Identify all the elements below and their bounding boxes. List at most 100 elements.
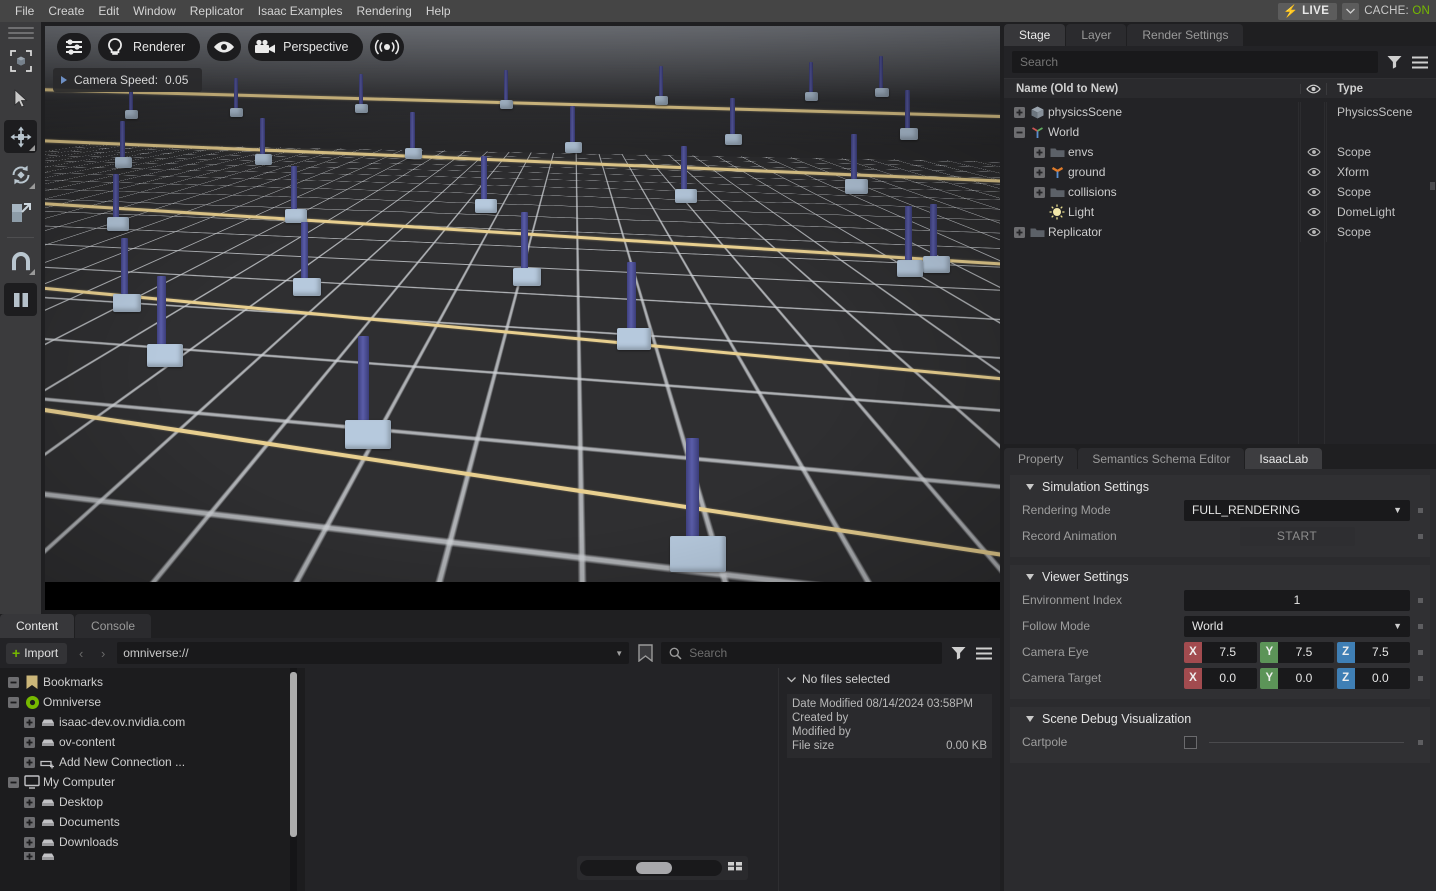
expand-icon[interactable] xyxy=(22,832,37,852)
viewport-3d[interactable]: Renderer Perspectiv xyxy=(45,26,1000,610)
content-tree-scrollbar-thumb[interactable] xyxy=(290,672,297,837)
thumbnail-size-slider[interactable] xyxy=(580,860,722,876)
visibility-toggle[interactable] xyxy=(1300,142,1326,162)
visibility-toggle[interactable] xyxy=(1300,122,1326,142)
follow-mode-dropdown[interactable]: World ▼ xyxy=(1184,616,1410,637)
stage-tree[interactable]: physicsScene PhysicsScene World xyxy=(1004,102,1436,444)
visibility-menu-button[interactable] xyxy=(207,33,241,61)
nav-forward-button[interactable]: › xyxy=(95,646,111,661)
select-arrow-tool[interactable] xyxy=(4,82,37,115)
menu-file[interactable]: File xyxy=(8,0,41,22)
select-box-tool[interactable] xyxy=(4,44,37,77)
live-dropdown-button[interactable] xyxy=(1342,3,1359,20)
viewer-settings-header[interactable]: Viewer Settings xyxy=(1010,565,1430,589)
visibility-toggle[interactable] xyxy=(1300,102,1326,122)
expand-icon[interactable] xyxy=(22,812,37,832)
follow-mode-reset[interactable] xyxy=(1410,624,1430,629)
stage-menu-button[interactable] xyxy=(1410,56,1430,69)
camera-eye-y[interactable]: Y 7.5 xyxy=(1260,642,1333,663)
viewport-settings-button[interactable] xyxy=(57,33,91,61)
tree-item-my-computer[interactable]: My Computer xyxy=(0,772,305,792)
tree-item-omniverse[interactable]: Omniverse xyxy=(0,692,305,712)
simulation-settings-header[interactable]: Simulation Settings xyxy=(1010,475,1430,499)
camera-eye-z[interactable]: Z 7.5 xyxy=(1337,642,1410,663)
stage-row-physicsscene[interactable]: physicsScene PhysicsScene xyxy=(1004,102,1436,122)
environment-index-input[interactable]: 1 xyxy=(1184,590,1410,611)
bookmark-button[interactable] xyxy=(635,644,655,662)
content-filter-button[interactable] xyxy=(948,646,968,660)
tree-item-desktop[interactable]: Desktop xyxy=(0,792,305,812)
rendering-mode-reset[interactable] xyxy=(1410,508,1430,513)
stage-filter-button[interactable] xyxy=(1384,55,1404,69)
content-menu-button[interactable] xyxy=(974,647,994,660)
scale-tool[interactable] xyxy=(4,196,37,229)
renderer-menu-button[interactable]: Renderer xyxy=(98,33,200,61)
stage-row-collisions[interactable]: collisions Scope xyxy=(1004,182,1436,202)
path-input[interactable]: omniverse:// ▼ xyxy=(117,642,629,664)
expand-icon[interactable] xyxy=(22,852,37,860)
tree-item-add-new-connection[interactable]: Add New Connection ... xyxy=(0,752,305,772)
expand-icon[interactable] xyxy=(22,752,37,772)
menu-rendering[interactable]: Rendering xyxy=(349,0,418,22)
menu-isaac-examples[interactable]: Isaac Examples xyxy=(251,0,350,22)
camera-target-x[interactable]: X 0.0 xyxy=(1184,668,1257,689)
move-tool[interactable] xyxy=(4,120,37,153)
file-details-header[interactable]: No files selected xyxy=(779,668,1000,690)
rendering-mode-dropdown[interactable]: FULL_RENDERING ▼ xyxy=(1184,500,1410,521)
record-animation-reset[interactable] xyxy=(1410,534,1430,539)
tab-content[interactable]: Content xyxy=(0,614,74,638)
collapse-icon[interactable] xyxy=(6,772,21,792)
camera-target-y[interactable]: Y 0.0 xyxy=(1260,668,1333,689)
column-header-name[interactable]: Name (Old to New) xyxy=(1004,83,1300,95)
camera-speed-widget[interactable]: Camera Speed: 0.05 xyxy=(53,68,202,92)
menu-edit[interactable]: Edit xyxy=(91,0,126,22)
sensor-menu-button[interactable] xyxy=(370,33,404,61)
rotate-tool[interactable] xyxy=(4,158,37,191)
environment-index-reset[interactable] xyxy=(1410,598,1430,603)
collapse-icon[interactable] xyxy=(1012,127,1026,138)
expand-icon[interactable] xyxy=(1032,147,1046,158)
live-button[interactable]: ⚡ LIVE xyxy=(1278,3,1337,20)
tree-item-downloads[interactable]: Downloads xyxy=(0,832,305,852)
collapse-icon[interactable] xyxy=(6,672,21,692)
camera-eye-x[interactable]: X 7.5 xyxy=(1184,642,1257,663)
toolbar-drag-handle[interactable] xyxy=(8,26,34,39)
tab-console[interactable]: Console xyxy=(75,614,151,638)
expand-icon[interactable] xyxy=(1012,107,1026,118)
file-grid-area[interactable]: No files selected Date Modified 08/14/20… xyxy=(305,668,1000,891)
cartpole-checkbox[interactable] xyxy=(1184,736,1197,749)
tab-semantics-schema-editor[interactable]: Semantics Schema Editor xyxy=(1078,448,1244,469)
import-button[interactable]: + Import xyxy=(6,643,67,664)
stage-row-replicator[interactable]: Replicator Scope xyxy=(1004,222,1436,242)
expand-icon[interactable] xyxy=(1012,227,1026,238)
tab-layer[interactable]: Layer xyxy=(1066,24,1126,46)
expand-icon[interactable] xyxy=(1032,167,1046,178)
visibility-toggle[interactable] xyxy=(1300,202,1326,222)
expand-icon[interactable] xyxy=(22,792,37,812)
column-header-type[interactable]: Type xyxy=(1326,83,1436,95)
expand-icon[interactable] xyxy=(22,712,37,732)
stage-scrollbar-thumb[interactable] xyxy=(1430,182,1435,190)
tab-isaaclab[interactable]: IsaacLab xyxy=(1245,448,1322,469)
scene-debug-header[interactable]: Scene Debug Visualization xyxy=(1010,707,1430,731)
stage-row-light[interactable]: Light DomeLight xyxy=(1004,202,1436,222)
visibility-toggle[interactable] xyxy=(1300,182,1326,202)
content-tree[interactable]: Bookmarks Omniverse xyxy=(0,668,305,891)
tab-stage[interactable]: Stage xyxy=(1004,24,1065,46)
tab-render-settings[interactable]: Render Settings xyxy=(1127,24,1243,46)
stage-row-envs[interactable]: envs Scope xyxy=(1004,142,1436,162)
visibility-toggle[interactable] xyxy=(1300,162,1326,182)
stage-row-world[interactable]: World xyxy=(1004,122,1436,142)
camera-target-z[interactable]: Z 0.0 xyxy=(1337,668,1410,689)
tree-item-ov-content[interactable]: ov-content xyxy=(0,732,305,752)
stage-search-input[interactable]: Search xyxy=(1012,51,1378,73)
tree-item-bookmarks[interactable]: Bookmarks xyxy=(0,672,305,692)
tree-item-isaac-dev[interactable]: isaac-dev.ov.nvidia.com xyxy=(0,712,305,732)
camera-eye-reset[interactable] xyxy=(1410,650,1430,655)
tree-item-documents[interactable]: Documents xyxy=(0,812,305,832)
collapse-icon[interactable] xyxy=(6,692,21,712)
snap-tool[interactable] xyxy=(4,245,37,278)
nav-back-button[interactable]: ‹ xyxy=(73,646,89,661)
tree-item-partial[interactable] xyxy=(0,852,305,860)
expand-icon[interactable] xyxy=(1032,187,1046,198)
